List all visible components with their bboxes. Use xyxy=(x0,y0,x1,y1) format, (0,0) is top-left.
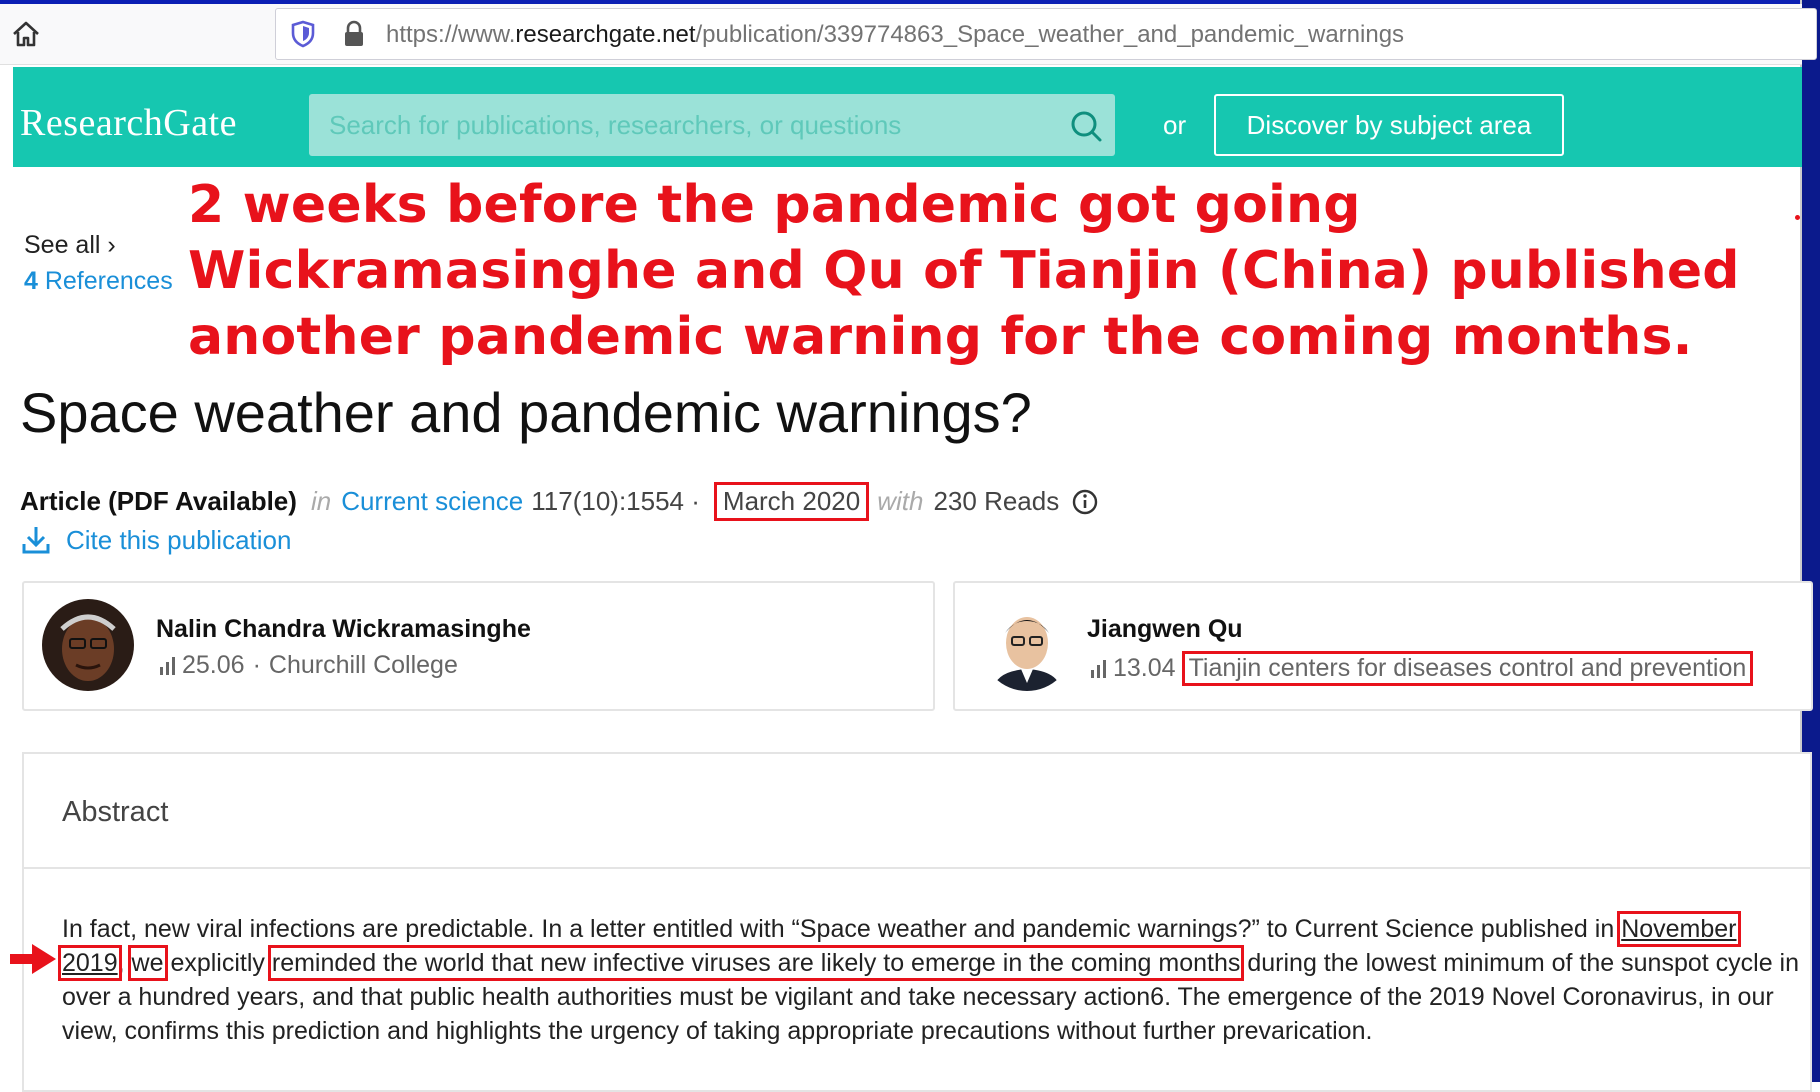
author-name[interactable]: Nalin Chandra Wickramasinghe xyxy=(156,615,531,644)
publication-date: March 2020 xyxy=(713,482,870,521)
abstract-text: In fact, new viral infections are predic… xyxy=(58,911,1799,1045)
avatar[interactable] xyxy=(981,599,1073,691)
prediction-highlight: reminded the world that new infective vi… xyxy=(267,945,1245,981)
search-icon[interactable] xyxy=(1069,109,1103,143)
or-text: or xyxy=(1163,110,1187,140)
author-meta: 13.04 Tianjin centers for diseases contr… xyxy=(1089,651,1754,686)
address-bar[interactable]: https://www.researchgate.net/publication… xyxy=(275,8,1817,60)
home-icon[interactable] xyxy=(10,18,42,50)
in-word: in xyxy=(310,486,332,516)
author-institution[interactable]: Churchill College xyxy=(269,651,458,680)
cite-label: Cite this publication xyxy=(66,524,292,555)
info-icon[interactable] xyxy=(1071,488,1099,516)
we-highlight: we xyxy=(127,945,168,981)
rg-score: 13.04 xyxy=(1113,654,1176,682)
score-bars-icon xyxy=(1091,659,1106,678)
cite-publication-link[interactable]: Cite this publication xyxy=(20,524,291,556)
references-link[interactable]: 4 References xyxy=(24,267,173,296)
download-icon xyxy=(22,527,50,554)
lock-icon[interactable] xyxy=(342,20,366,48)
score-bars-icon xyxy=(160,656,175,675)
red-arrow-icon xyxy=(10,944,56,974)
publication-meta: Article (PDF Available) in Current scien… xyxy=(20,482,1099,521)
author-card[interactable]: Jiangwen Qu 13.04 Tianjin centers for di… xyxy=(953,581,1813,711)
volume-info: 117(10):1554 · xyxy=(531,486,700,516)
tracking-protection-shield-icon[interactable] xyxy=(290,20,316,48)
researchgate-logo[interactable]: ResearchGate xyxy=(20,101,237,145)
with-word: with xyxy=(877,486,924,516)
author-meta: 25.06 · Churchill College xyxy=(158,651,458,680)
author-card[interactable]: Nalin Chandra Wickramasinghe 25.06 · Chu… xyxy=(22,581,935,711)
reads-count: 230 Reads xyxy=(933,486,1060,516)
article-type: Article (PDF Available) xyxy=(20,486,297,516)
abstract-heading: Abstract xyxy=(62,796,169,828)
rg-score: 25.06 xyxy=(182,651,245,679)
discover-by-subject-button[interactable]: Discover by subject area xyxy=(1214,94,1564,156)
journal-link[interactable]: Current science xyxy=(341,486,523,517)
abstract-header: Abstract xyxy=(24,754,1810,869)
author-name[interactable]: Jiangwen Qu xyxy=(1087,615,1243,644)
url-text: https://www.researchgate.net/publication… xyxy=(386,21,1405,48)
red-annotation-text: 2 weeks before the pandemic got going Wi… xyxy=(188,175,1740,367)
see-all-link[interactable]: See all › xyxy=(24,231,116,260)
search-box xyxy=(309,94,1115,156)
browser-toolbar: https://www.researchgate.net/publication… xyxy=(0,4,1817,65)
separator: · xyxy=(252,651,261,679)
site-header: ResearchGate or Discover by subject area xyxy=(13,67,1802,167)
abstract-section: Abstract In fact, new viral infections a… xyxy=(22,752,1812,1092)
annotation-dot xyxy=(1795,215,1800,220)
publication-title: Space weather and pandemic warnings? xyxy=(20,381,1032,444)
author-institution[interactable]: Tianjin centers for diseases control and… xyxy=(1181,651,1754,686)
avatar[interactable] xyxy=(42,599,134,691)
search-input[interactable] xyxy=(309,94,1049,156)
